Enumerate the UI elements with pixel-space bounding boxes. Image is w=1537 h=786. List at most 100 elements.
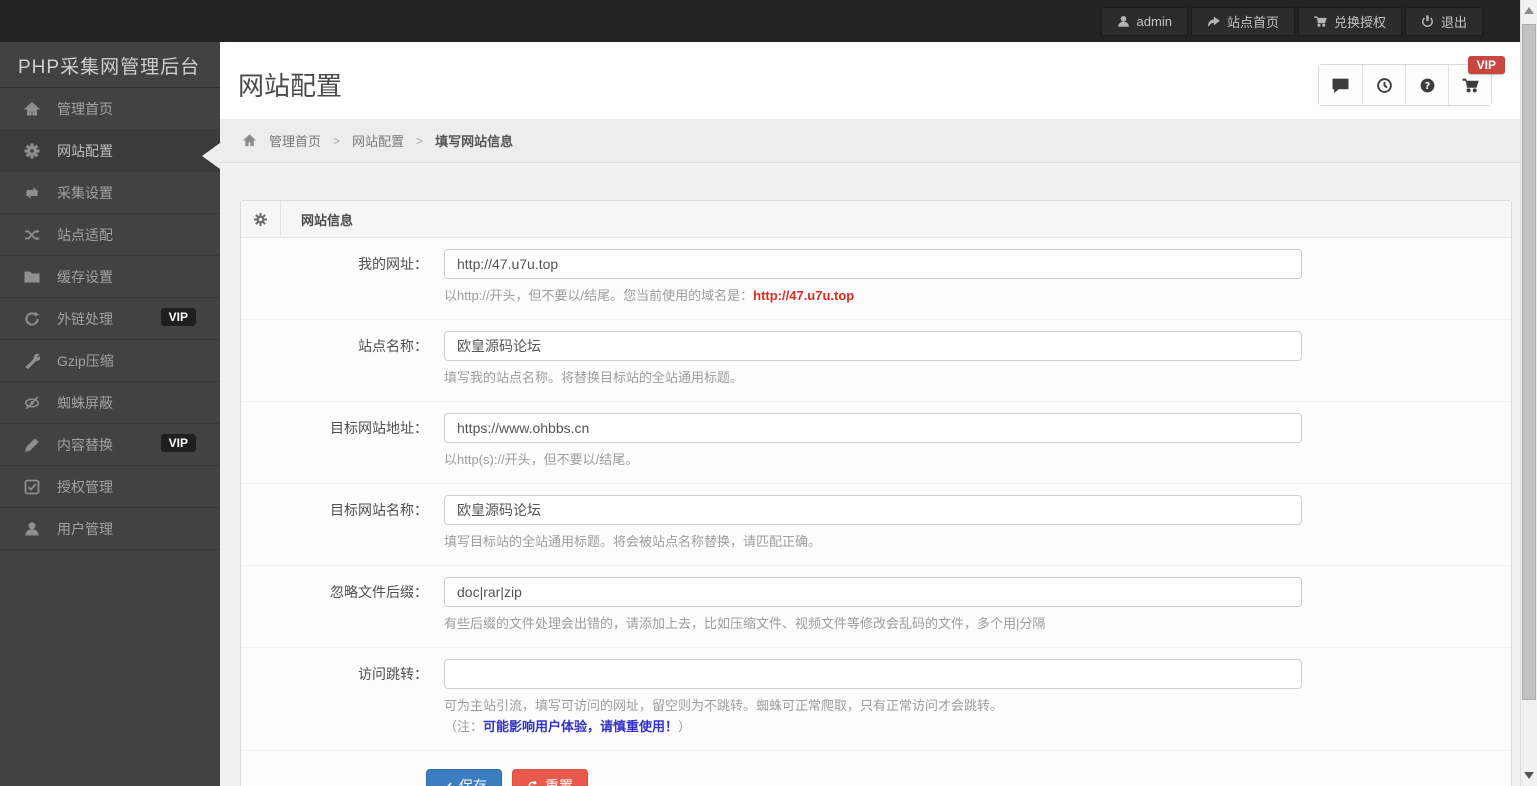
target-name-input[interactable] [444, 495, 1302, 525]
wrench-icon [24, 353, 40, 369]
admin-user-label: admin [1136, 14, 1172, 29]
site-name-input[interactable] [444, 331, 1302, 361]
cart-icon [1462, 78, 1479, 92]
question-circle-icon: ? [1420, 78, 1434, 92]
breadcrumb: 管理首页 > 网站配置 > 填写网站信息 [220, 119, 1520, 163]
redirect-note: （注：可能影响用户体验，请慎重使用！） [444, 719, 692, 734]
scrollbar-thumb[interactable] [1522, 24, 1536, 700]
sidebar-item-content-replace[interactable]: 内容替换 VIP [0, 424, 220, 466]
retweet-icon [24, 185, 40, 201]
panel-header: 网站信息 [241, 200, 1511, 238]
redirect-help: 可为主站引流，填写可访问的网址，留空则为不跳转。蜘蛛可正常爬取，只有正常访问才会… [444, 698, 1004, 713]
user-icon [24, 521, 40, 537]
redirect-label: 访问跳转： [358, 666, 428, 682]
redeem-license-label: 兑换授权 [1333, 15, 1386, 30]
gear-icon [24, 143, 40, 159]
ignore-ext-help: 有些后缀的文件处理会出错的，请添加上去，比如压缩文件、视频文件等修改会乱码的文件… [444, 616, 1046, 631]
scroll-up-arrow[interactable] [1524, 7, 1534, 14]
target-url-input[interactable] [444, 413, 1302, 443]
clock-icon [1376, 77, 1392, 93]
sidebar-item-site-adapt[interactable]: 站点适配 [0, 214, 220, 256]
check-square-icon [24, 479, 40, 495]
check-icon [443, 782, 452, 786]
admin-user-button[interactable]: admin [1100, 7, 1188, 36]
page-title: 网站配置 [238, 71, 343, 101]
vip-badge: VIP [160, 308, 196, 326]
form-group-target-url: 目标网站地址： 以http(s)://开头，但不要以/结尾。 [241, 402, 1511, 484]
user-icon [1117, 16, 1129, 27]
current-domain-link[interactable]: http://47.u7u.top [753, 288, 854, 303]
form-group-site-name: 站点名称： 填写我的站点名称。将替换目标站的全站通用标题。 [241, 320, 1511, 402]
breadcrumb-separator: > [333, 133, 341, 148]
redirect-input[interactable] [444, 659, 1302, 689]
breadcrumb-separator: > [416, 133, 424, 148]
sidebar-item-license-mgmt[interactable]: 授权管理 [0, 466, 220, 508]
content-area: 网站信息 我的网址： 以http://开头，但不要以/结尾。您当前使用的域名是：… [220, 163, 1520, 786]
svg-text:?: ? [1424, 80, 1430, 91]
my-url-label: 我的网址： [358, 256, 428, 272]
refresh-icon [24, 311, 40, 327]
panel-title: 网站信息 [301, 212, 354, 228]
page-header: 网站配置 ? VIP [220, 42, 1520, 119]
form-group-target-name: 目标网站名称： 填写目标站的全站通用标题。将会被站点名称替换，请匹配正确。 [241, 484, 1511, 566]
breadcrumb-item-site-config[interactable]: 网站配置 [352, 131, 404, 150]
breadcrumb-item-home[interactable]: 管理首页 [269, 131, 321, 150]
refresh-icon [528, 781, 538, 786]
form-group-redirect: 访问跳转： 可为主站引流，填写可访问的网址，留空则为不跳转。蜘蛛可正常爬取，只有… [241, 648, 1511, 751]
topbar-menu: admin 站点首页 兑换授权 退出 [1100, 7, 1483, 36]
sidebar-item-collect-settings[interactable]: 采集设置 [0, 172, 220, 214]
power-icon [1422, 15, 1433, 27]
home-icon [242, 133, 257, 148]
caution-link[interactable]: 可能影响用户体验，请慎重使用！ [483, 719, 678, 734]
active-item-arrow [202, 143, 220, 169]
sidebar-item-spider-block[interactable]: 蜘蛛屏蔽 [0, 382, 220, 424]
my-url-input[interactable] [444, 249, 1302, 279]
eye-slash-icon [24, 395, 40, 411]
target-name-label: 目标网站名称： [330, 502, 428, 518]
site-name-help: 填写我的站点名称。将替换目标站的全站通用标题。 [444, 370, 744, 385]
pencil-icon [24, 437, 40, 453]
cart-icon [1314, 16, 1327, 27]
header-action-group: ? VIP [1318, 56, 1505, 106]
share-icon [1207, 16, 1220, 27]
form-actions: 保存 重置 [241, 751, 1511, 786]
sidebar-item-external-links[interactable]: 外链处理 VIP [0, 298, 220, 340]
logout-label: 退出 [1440, 15, 1467, 30]
form-group-ignore-ext: 忽略文件后缀： 有些后缀的文件处理会出错的，请添加上去，比如压缩文件、视频文件等… [241, 566, 1511, 648]
vip-badge: VIP [1467, 56, 1505, 74]
breadcrumb-item-current: 填写网站信息 [435, 134, 514, 149]
help-button[interactable]: ? [1405, 65, 1448, 105]
sidebar-item-dashboard[interactable]: 管理首页 [0, 88, 220, 130]
target-url-help: 以http(s)://开头，但不要以/结尾。 [444, 452, 639, 467]
ignore-ext-label: 忽略文件后缀： [330, 584, 428, 600]
scroll-down-arrow[interactable] [1524, 772, 1534, 779]
clock-button[interactable] [1362, 65, 1405, 105]
save-button[interactable]: 保存 [426, 769, 502, 786]
vertical-scrollbar[interactable] [1520, 0, 1537, 786]
topbar: admin 站点首页 兑换授权 退出 [0, 0, 1537, 42]
comment-icon [1332, 78, 1349, 93]
gear-icon [241, 200, 281, 238]
sidebar-item-cache-settings[interactable]: 缓存设置 [0, 256, 220, 298]
reset-button[interactable]: 重置 [512, 769, 588, 786]
site-info-panel: 网站信息 我的网址： 以http://开头，但不要以/结尾。您当前使用的域名是：… [240, 200, 1512, 786]
sidebar-item-user-mgmt[interactable]: 用户管理 [0, 508, 220, 550]
site-home-label: 站点首页 [1226, 15, 1279, 30]
target-name-help: 填写目标站的全站通用标题。将会被站点名称替换，请匹配正确。 [444, 534, 822, 549]
sidebar: PHP采集网管理后台 管理首页 网站配置 采集设置 站点适配 缓存设置 外链处理… [0, 0, 220, 786]
vip-badge: VIP [160, 434, 196, 452]
home-icon [24, 101, 40, 117]
ignore-ext-input[interactable] [444, 577, 1302, 607]
sidebar-item-site-config[interactable]: 网站配置 [0, 130, 220, 172]
site-home-button[interactable]: 站点首页 [1190, 7, 1295, 36]
site-name-label: 站点名称： [358, 338, 428, 354]
main-area: 网站配置 ? VIP 管理首页 > 网站配置 > 填写网站信息 网站信息 我的网… [220, 42, 1520, 786]
my-url-help: 以http://开头，但不要以/结尾。您当前使用的域名是：http://47.u… [444, 288, 855, 303]
target-url-label: 目标网站地址： [330, 420, 428, 436]
shuffle-icon [24, 227, 40, 243]
folder-icon [24, 269, 40, 285]
redeem-license-button[interactable]: 兑换授权 [1297, 7, 1402, 36]
sidebar-item-gzip[interactable]: Gzip压缩 [0, 340, 220, 382]
comment-button[interactable] [1319, 65, 1362, 105]
logout-button[interactable]: 退出 [1404, 7, 1483, 36]
